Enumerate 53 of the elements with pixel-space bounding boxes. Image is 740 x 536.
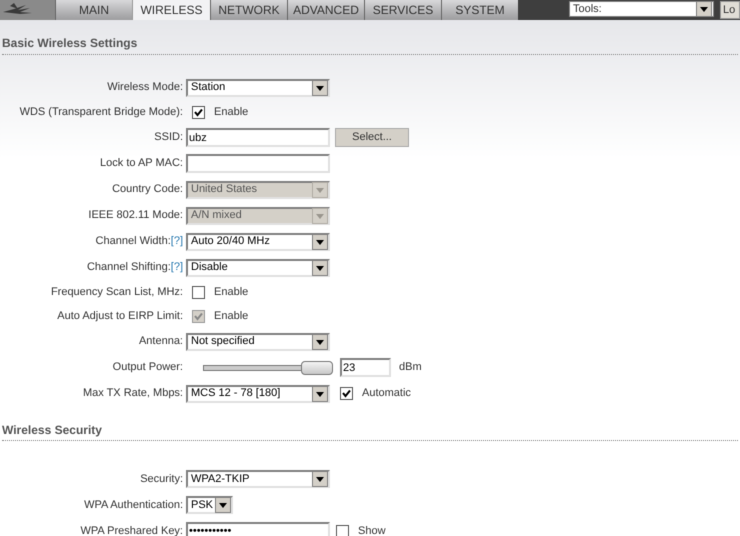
slider-thumb[interactable] — [301, 360, 333, 374]
input-field[interactable] — [186, 154, 330, 173]
section-heading: Wireless Security — [2, 422, 102, 436]
checkbox[interactable] — [340, 387, 353, 400]
checkbox-label: Enable — [214, 309, 248, 324]
field-label: Country Code: — [112, 182, 183, 198]
checkbox[interactable] — [192, 106, 205, 119]
nav-tab[interactable]: SYSTEM — [441, 0, 518, 20]
field-label: Auto Adjust to EIRP Limit: — [57, 309, 183, 324]
unit-label: dBm — [399, 360, 422, 376]
input-field[interactable]: 23 — [340, 358, 391, 377]
field-label: Antenna: — [138, 334, 183, 350]
field-label: Channel Width: — [96, 234, 171, 250]
checkbox-label: Enable — [214, 285, 248, 300]
dropdown[interactable]: PSK — [186, 496, 233, 514]
field-label: SSID: — [154, 130, 183, 146]
dropdown[interactable]: Auto 20/40 MHz — [186, 232, 330, 250]
dropdown[interactable]: WPA2-TKIP — [186, 470, 330, 488]
checkbox[interactable] — [192, 286, 205, 299]
dropdown[interactable]: Station — [186, 78, 330, 96]
help-link[interactable]: [?] — [170, 259, 183, 276]
checkbox-label: Show — [358, 524, 386, 536]
field-label: WPA Authentication: — [84, 498, 183, 513]
select-button[interactable]: Select... — [335, 128, 409, 147]
nav-tab[interactable]: ADVANCED — [287, 0, 364, 20]
dropdown[interactable]: Not specified — [186, 332, 330, 350]
field-label: WPA Preshared Key: — [80, 524, 183, 536]
dropdown[interactable]: MCS 12 - 78 [180] — [186, 384, 330, 402]
section-heading: Basic Wireless Settings — [2, 36, 138, 50]
input-field[interactable]: ••••••••••• — [186, 522, 330, 536]
field-label: Lock to AP MAC: — [100, 156, 183, 172]
checkbox-label: Automatic — [362, 386, 411, 402]
nav-tab[interactable]: MAIN — [55, 0, 132, 20]
field-label: IEEE 802.11 Mode: — [88, 208, 183, 224]
input-field[interactable]: ubz — [186, 128, 330, 147]
field-label: Frequency Scan List, MHz: — [50, 285, 183, 300]
checkbox[interactable] — [336, 524, 349, 536]
field-label: Wireless Mode: — [107, 80, 183, 96]
field-label: Channel Shifting: — [86, 260, 171, 276]
nav-tab[interactable]: WIRELESS — [132, 0, 210, 20]
field-label: Security: — [140, 472, 183, 487]
nav-tab[interactable]: SERVICES — [364, 0, 441, 20]
tools-dropdown[interactable]: Tools: — [569, 1, 714, 17]
field-label: Max TX Rate, Mbps: — [82, 386, 183, 402]
help-link[interactable]: [?] — [170, 233, 183, 250]
logout-button[interactable]: Lo — [720, 1, 740, 19]
field-label: WDS (Transparent Bridge Mode): — [20, 105, 183, 120]
nav-tab[interactable]: NETWORK — [210, 0, 287, 20]
logo-icon — [0, 0, 55, 20]
checkbox-label: Enable — [214, 105, 248, 120]
field-label: Output Power: — [112, 360, 183, 376]
slider[interactable] — [203, 360, 333, 374]
dropdown[interactable]: Disable — [186, 258, 330, 276]
